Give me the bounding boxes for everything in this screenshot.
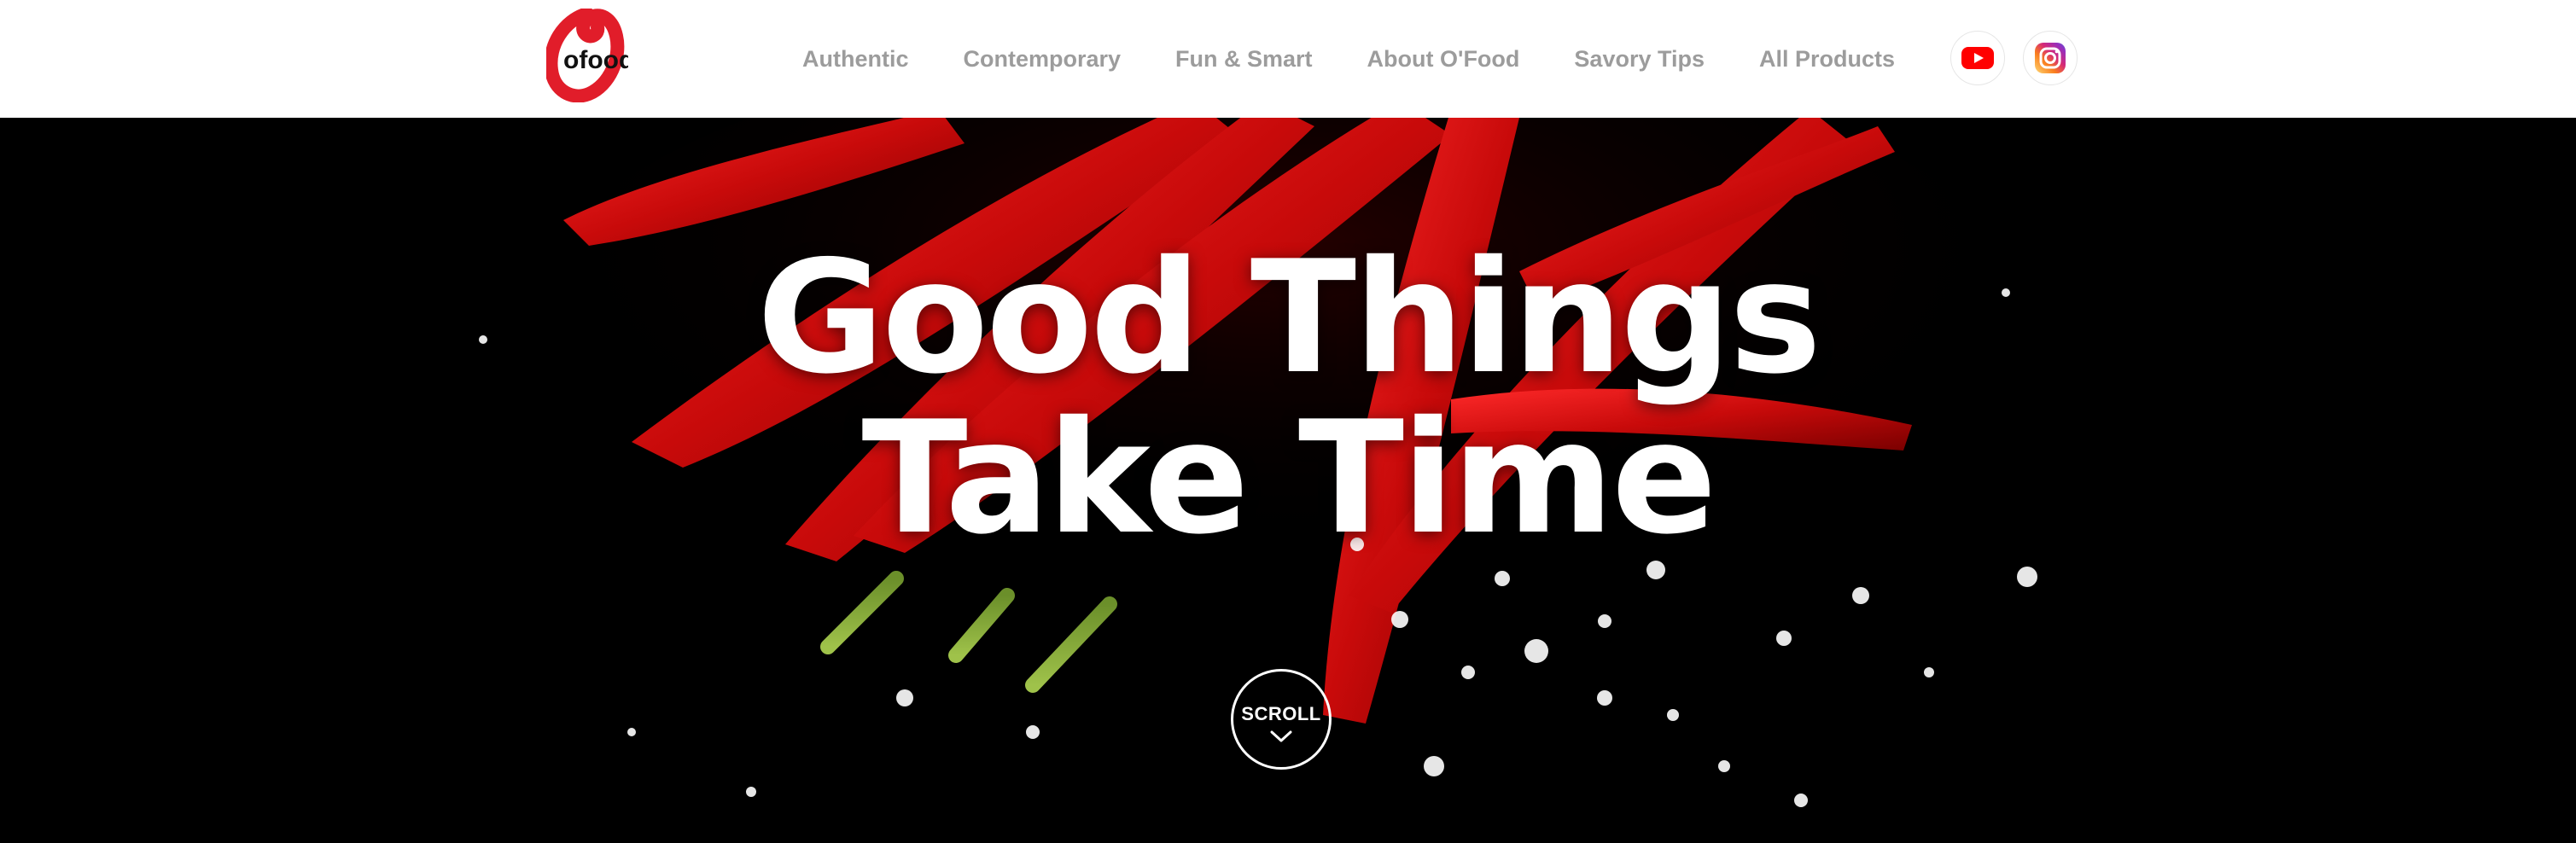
- scroll-label: SCROLL: [1241, 703, 1321, 724]
- instagram-icon: [2035, 43, 2066, 73]
- logo-text: ofood: [563, 46, 628, 74]
- nav-item-contemporary[interactable]: Contemporary: [964, 46, 1122, 73]
- nav-item-all-products[interactable]: All Products: [1759, 46, 1895, 73]
- youtube-icon: [1961, 47, 1994, 69]
- nav-item-savory-tips[interactable]: Savory Tips: [1574, 46, 1705, 73]
- site-header: ofood Authentic Contemporary Fun & Smart…: [0, 0, 2576, 118]
- main-nav: Authentic Contemporary Fun & Smart About…: [802, 0, 1949, 118]
- chevron-down-icon: [1270, 730, 1292, 742]
- nav-item-about[interactable]: About O'Food: [1367, 46, 1520, 73]
- hero-section: Good Things Take Time SCROLL: [0, 118, 2576, 843]
- headline-line-2: Take Time: [861, 387, 1716, 568]
- nav-item-fun-smart[interactable]: Fun & Smart: [1175, 46, 1313, 73]
- ofood-logo[interactable]: ofood: [544, 7, 634, 103]
- youtube-button[interactable]: [1950, 31, 2005, 85]
- hero-headline: Good Things Take Time: [0, 237, 2576, 558]
- headline-line-1: Good Things: [756, 227, 1821, 408]
- nav-item-authentic[interactable]: Authentic: [802, 46, 909, 73]
- scroll-button[interactable]: SCROLL: [1231, 669, 1332, 770]
- instagram-button[interactable]: [2023, 31, 2078, 85]
